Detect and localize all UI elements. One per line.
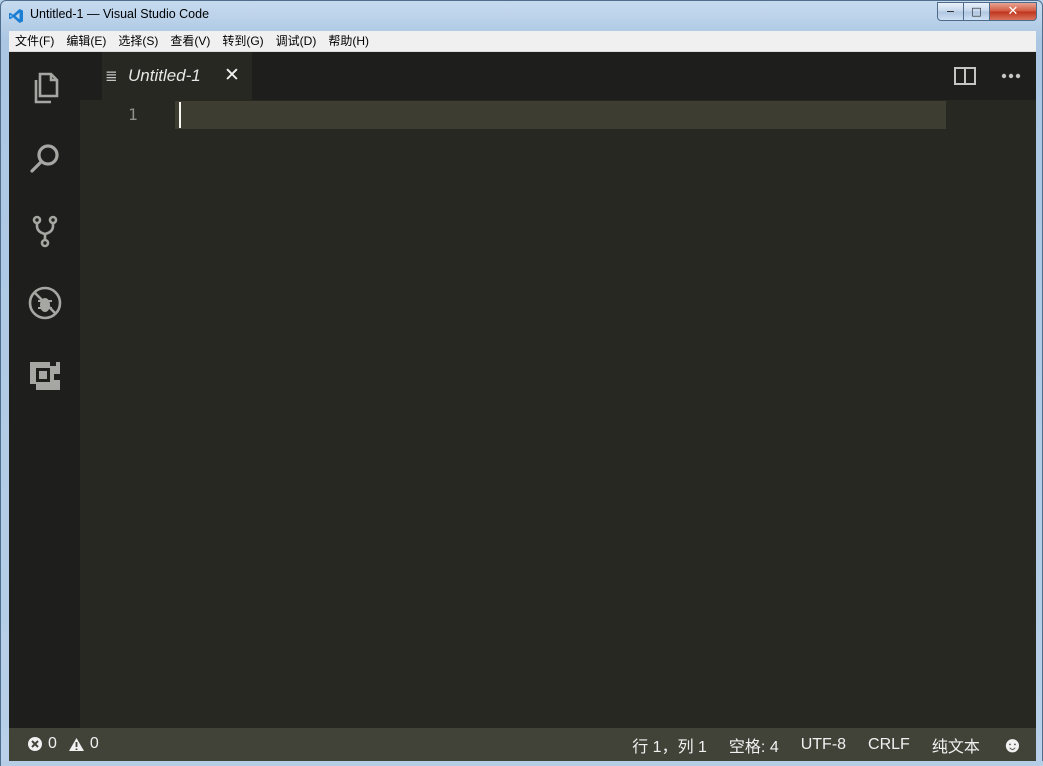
activity-debug[interactable] (9, 267, 80, 339)
text-cursor (179, 102, 181, 128)
warning-count: 0 (89, 735, 99, 752)
current-line-highlight (175, 101, 946, 129)
status-bar: 0 0 行 1，列 1 空格: 4 UTF-8 CRLF 纯文本 ☻ (9, 728, 1036, 761)
error-count: 0 (48, 735, 57, 752)
source-control-icon (32, 215, 57, 248)
title-bar[interactable]: Untitled-1 — Visual Studio Code − □ ✕ (1, 1, 1043, 31)
end-of-line[interactable]: CRLF (857, 736, 921, 754)
menu-edit[interactable]: 编辑(E) (60, 31, 112, 52)
feedback-smiley-icon[interactable]: ☻ (991, 732, 1036, 758)
window-title: Untitled-1 — Visual Studio Code (30, 7, 210, 21)
close-tab-icon[interactable]: ✕ (224, 64, 240, 86)
text-file-icon: ≣ (105, 67, 118, 85)
encoding[interactable]: UTF-8 (790, 736, 857, 754)
cursor-position[interactable]: 行 1，列 1 (621, 733, 718, 757)
split-editor-icon[interactable] (954, 66, 976, 86)
maximize-button[interactable]: □ (964, 2, 990, 21)
error-icon (28, 737, 42, 751)
problems-status[interactable]: 0 0 (27, 735, 99, 753)
indentation[interactable]: 空格: 4 (718, 733, 790, 757)
language-mode[interactable]: 纯文本 (921, 733, 991, 757)
vscode-logo-icon (9, 9, 23, 23)
activity-bar (9, 52, 80, 728)
editor-area[interactable]: 1 (80, 100, 1036, 728)
menu-selection[interactable]: 选择(S) (112, 31, 164, 52)
menu-go[interactable]: 转到(G) (216, 31, 269, 52)
window-frame: Untitled-1 — Visual Studio Code − □ ✕ 文件… (0, 0, 1043, 766)
activity-search[interactable] (9, 123, 80, 195)
warning-icon (68, 737, 84, 751)
activity-extensions[interactable] (9, 339, 80, 411)
more-actions-icon[interactable] (1000, 66, 1022, 86)
activity-explorer[interactable] (9, 52, 80, 124)
menu-bar: 文件(F) 编辑(E) 选择(S) 查看(V) 转到(G) 调试(D) 帮助(H… (9, 31, 1036, 52)
editor-actions (954, 66, 1022, 86)
window-bottom-edge (1, 761, 1043, 766)
debug-icon (28, 286, 61, 320)
close-button[interactable]: ✕ (990, 2, 1037, 21)
tab-label: Untitled-1 (128, 66, 201, 85)
status-right: 行 1，列 1 空格: 4 UTF-8 CRLF 纯文本 ☻ (621, 728, 1036, 761)
search-icon (29, 144, 59, 173)
menu-file[interactable]: 文件(F) (9, 31, 60, 52)
menu-help[interactable]: 帮助(H) (322, 31, 375, 52)
extensions-icon (29, 360, 60, 390)
line-number: 1 (128, 105, 138, 124)
menu-debug[interactable]: 调试(D) (270, 31, 323, 52)
minimize-button[interactable]: − (937, 2, 964, 21)
window-controls: − □ ✕ (937, 2, 1037, 21)
editor-tabs: ≣ Untitled-1 ✕ (80, 52, 1036, 100)
files-icon (34, 72, 58, 104)
workbench: ≣ Untitled-1 ✕ 1 (9, 52, 1036, 728)
menu-view[interactable]: 查看(V) (164, 31, 216, 52)
activity-source-control[interactable] (9, 195, 80, 267)
tab-untitled-1[interactable]: ≣ Untitled-1 ✕ (102, 52, 252, 100)
